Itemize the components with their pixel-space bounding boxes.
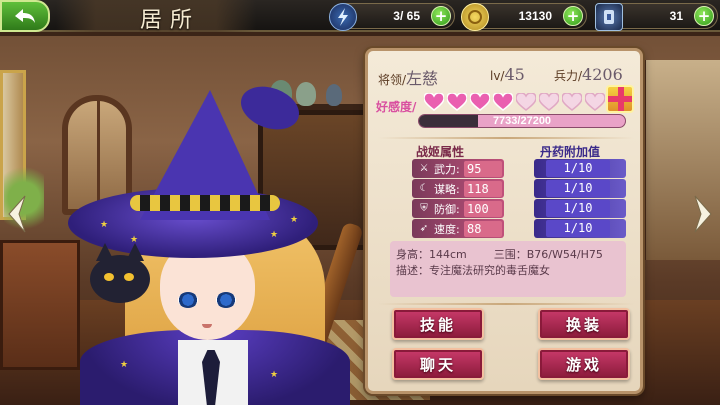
elixir-header: 丹药附加值 (540, 145, 601, 159)
elixir-value: 1/10 (546, 160, 610, 177)
chevron-left-icon (8, 195, 26, 233)
height-value: 144cm (429, 248, 467, 261)
measure-label: 三围： (493, 248, 527, 261)
heart-empty-icon (538, 92, 560, 112)
chevron-right-icon (694, 195, 712, 233)
gem-counter: 31 + (595, 3, 718, 31)
heart-filled-icon (423, 92, 445, 112)
description-line: 描述：专注魔法研究的毒舌魔女 (396, 262, 620, 278)
heart-filled-icon (469, 92, 491, 112)
stat-label: 武力: (434, 162, 460, 176)
mouth (202, 324, 212, 328)
stamina-value: 3/ 65 (393, 9, 420, 23)
general-name: 左慈 (406, 69, 439, 88)
star-icon: ★ (270, 230, 279, 240)
skill-button[interactable]: 技能 (392, 308, 484, 340)
divider (378, 137, 634, 139)
star-icon: ★ (270, 370, 279, 380)
character-info-panel: 将领/左慈 lv/45 兵力/4206 好感度/ 7733/27200 战姬属性… (365, 48, 643, 394)
back-button[interactable] (0, 0, 50, 32)
stat-value: 118 (464, 180, 502, 197)
stat-value: 88 (464, 220, 502, 237)
elixir-value: 1/10 (546, 200, 610, 217)
prev-character-arrow[interactable] (4, 190, 30, 238)
stamina-counter: 3/ 65 + (329, 3, 455, 31)
stat-row-strategy: ☾ 谋略: 118 (416, 180, 502, 197)
heart-empty-icon (584, 92, 606, 112)
height-label: 身高： (396, 248, 429, 261)
affection-value: 7733/27200 (492, 115, 552, 127)
troops-label: 兵力/ (554, 69, 583, 83)
desc-value: 专注魔法研究的毒舌魔女 (429, 264, 550, 277)
witch-character: ★ ★ ★ ★ ★ ★ (60, 70, 364, 405)
stat-label: 防御: (434, 202, 460, 216)
star-icon: ★ (100, 220, 109, 230)
stat-label: 速度: (434, 222, 460, 236)
heart-filled-icon (446, 92, 468, 112)
elixir-value: 1/10 (546, 180, 610, 197)
troops-value: 4206 (582, 65, 623, 84)
general-field: 将领/左慈 (378, 65, 438, 89)
gem-value: 31 (669, 9, 683, 23)
right-eye (216, 292, 236, 308)
page-title: 居所 (140, 8, 201, 33)
affection-label: 好感度/ (376, 100, 417, 114)
black-cat (90, 243, 150, 303)
add-gem-button[interactable]: + (694, 6, 714, 26)
star-icon: ★ (290, 215, 299, 225)
stat-row-force: ⚔ 武力: 95 (416, 160, 502, 177)
level-value: 45 (504, 65, 525, 84)
cat-eye (124, 273, 134, 281)
level-label: lv/ (490, 69, 505, 83)
level-field: lv/45 (490, 65, 525, 84)
affection-bar: 7733/27200 (418, 114, 626, 128)
affection-hearts (423, 92, 629, 112)
stat-row-speed: ➶ 速度: 88 (416, 220, 502, 237)
add-stamina-button[interactable]: + (431, 6, 451, 26)
gold-counter: 13130 + (461, 3, 587, 31)
troops-field: 兵力/4206 (554, 65, 623, 84)
chat-button[interactable]: 聊天 (392, 348, 484, 380)
next-character-arrow[interactable] (690, 190, 716, 238)
stat-row-defense: ⛨ 防御: 100 (416, 200, 502, 217)
lightning-icon (329, 3, 357, 31)
desc-label: 描述： (396, 264, 429, 277)
divider (378, 303, 634, 305)
general-label: 将领/ (378, 73, 407, 87)
stats-header: 战姬属性 (416, 145, 465, 159)
profile-info-box: 身高：144cm 三围：B76/W54/H75 描述：专注魔法研究的毒舌魔女 (390, 241, 626, 297)
stat-label: 谋略: (434, 182, 460, 196)
scroll-icon: ☾ (419, 183, 429, 194)
star-icon: ★ (120, 360, 129, 370)
heart-empty-icon (515, 92, 537, 112)
heart-empty-icon (561, 92, 583, 112)
measure-value: B76/W54/H75 (526, 248, 603, 261)
heart-filled-icon (492, 92, 514, 112)
game-button[interactable]: 游戏 (538, 348, 630, 380)
sword-icon: ⚔ (419, 163, 429, 174)
outfit-button[interactable]: 换装 (538, 308, 630, 340)
hat-ribbon (130, 195, 280, 211)
gift-box-button[interactable] (606, 85, 634, 113)
gold-coin-icon (461, 3, 489, 31)
height-measure-line: 身高：144cm 三围：B76/W54/H75 (396, 246, 620, 262)
elixir-value: 1/10 (546, 220, 610, 237)
top-bar: 居所 3/ 65 + 13130 + 31 + (0, 0, 720, 33)
shield-icon: ⛨ (420, 203, 428, 214)
add-gold-button[interactable]: + (563, 6, 583, 26)
cat-eye (104, 273, 114, 281)
gem-card-icon (595, 3, 623, 31)
left-eye (178, 292, 198, 308)
stat-value: 100 (464, 200, 502, 217)
back-arrow-icon (15, 9, 35, 23)
feather-icon: ➶ (419, 223, 429, 234)
stat-value: 95 (464, 160, 502, 177)
gold-value: 13130 (518, 9, 552, 23)
